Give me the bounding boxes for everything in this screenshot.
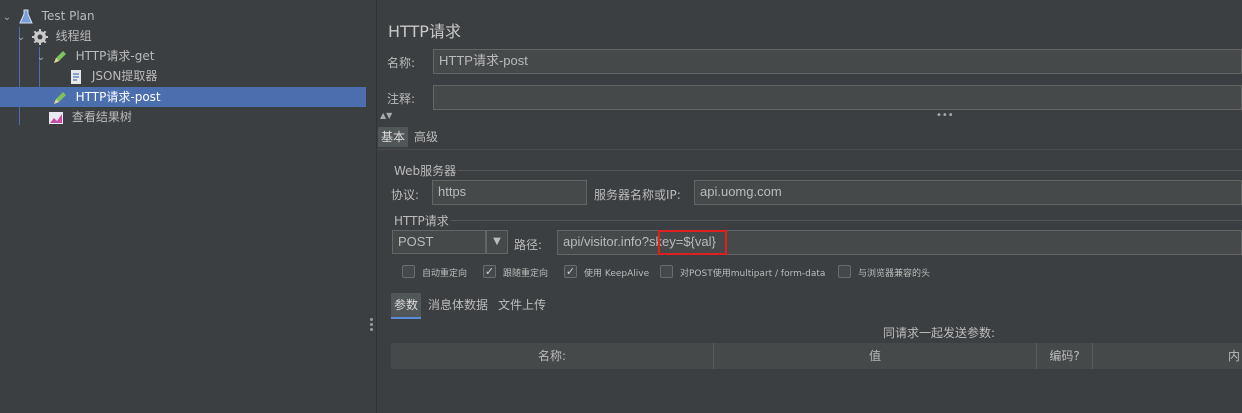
tab-basic[interactable]: 基本 xyxy=(378,127,409,147)
server-label: 服务器名称或IP: xyxy=(594,188,681,202)
tree-item-label: Test Plan xyxy=(41,9,95,23)
splitter-grip-dot[interactable] xyxy=(370,328,373,331)
section-divider xyxy=(451,220,1242,221)
test-plan-tree: ⌄ Test Plan ⌄ 线程组 ⌄ HTTP请求-get JSON提取器 H… xyxy=(0,0,366,413)
tab-body-data[interactable]: 消息体数据 xyxy=(425,293,491,317)
params-table-body[interactable] xyxy=(391,369,1242,413)
keepalive-label: 使用 KeepAlive xyxy=(584,269,650,279)
keepalive-checkbox[interactable]: ✓ xyxy=(564,265,577,278)
chevron-down-icon[interactable]: ▼ xyxy=(486,230,508,254)
splitter-grip-dot[interactable] xyxy=(370,323,373,326)
collapse-bar[interactable] xyxy=(377,113,1242,122)
chevron-down-icon[interactable]: ⌄ xyxy=(14,28,28,48)
highlight-box xyxy=(658,230,727,255)
chevron-down-icon[interactable]: ⌄ xyxy=(34,48,48,68)
column-header-value[interactable]: 值 xyxy=(714,343,1037,369)
browser-compatible-headers-checkbox[interactable] xyxy=(838,265,851,278)
http-request-section-title: HTTP请求 xyxy=(394,214,449,228)
tree-item-json-extractor[interactable]: JSON提取器 xyxy=(68,66,366,86)
name-label: 名称: xyxy=(387,56,416,70)
drag-handle-icon[interactable]: ••• xyxy=(936,110,954,121)
name-field[interactable]: HTTP请求-post xyxy=(433,49,1242,74)
tree-item-label: HTTP请求-get xyxy=(75,49,155,63)
tree-item-results-tree[interactable]: 查看结果树 xyxy=(48,107,366,127)
tree-item-label: 线程组 xyxy=(55,29,92,43)
column-header-name[interactable]: 名称: xyxy=(391,343,714,369)
chart-icon xyxy=(48,110,64,126)
web-server-section-title: Web服务器 xyxy=(394,164,457,178)
splitter-grip-dot[interactable] xyxy=(370,318,373,321)
tab-divider xyxy=(377,149,1242,150)
chevron-down-icon[interactable]: ⌄ xyxy=(0,8,14,28)
protocol-field[interactable]: https xyxy=(432,180,587,205)
tab-advanced[interactable]: 高级 xyxy=(411,127,441,147)
document-icon xyxy=(68,69,84,85)
follow-redirect-checkbox[interactable]: ✓ xyxy=(483,265,496,278)
tab-file-upload[interactable]: 文件上传 xyxy=(495,293,549,317)
method-select[interactable]: POST xyxy=(392,230,486,254)
params-table-caption: 同请求一起发送参数: xyxy=(883,326,996,340)
auto-redirect-label: 自动重定向 xyxy=(422,269,468,279)
section-divider xyxy=(457,170,1242,171)
tree-item-thread-group[interactable]: ⌄ 线程组 xyxy=(14,26,366,46)
tree-item-label: JSON提取器 xyxy=(91,69,158,83)
browser-compatible-headers-label: 与浏览器兼容的头 xyxy=(858,269,931,279)
tree-item-label: 查看结果树 xyxy=(71,110,132,124)
auto-redirect-checkbox[interactable] xyxy=(402,265,415,278)
server-field[interactable]: api.uomg.com xyxy=(694,180,1242,205)
tree-item-label: HTTP请求-post xyxy=(75,90,161,104)
gear-icon xyxy=(31,28,48,45)
comment-label: 注释: xyxy=(387,92,416,106)
pen-icon xyxy=(52,49,68,65)
tab-parameters[interactable]: 参数 xyxy=(391,293,422,319)
tree-item-http-post[interactable]: HTTP请求-post xyxy=(0,87,366,107)
collapse-arrows-icon[interactable]: ▲▼ xyxy=(380,111,392,120)
column-header-encode[interactable]: 编码? xyxy=(1037,343,1093,369)
tree-item-test-plan[interactable]: ⌄ Test Plan xyxy=(0,6,366,26)
pen-icon xyxy=(52,90,68,106)
protocol-label: 协议: xyxy=(391,188,420,202)
tree-item-http-get[interactable]: ⌄ HTTP请求-get xyxy=(34,46,366,66)
multipart-label: 对POST使用multipart / form-data xyxy=(680,269,826,279)
path-label: 路径: xyxy=(514,238,543,252)
flask-icon xyxy=(18,9,34,25)
page-title: HTTP请求 xyxy=(388,22,461,41)
comment-field[interactable] xyxy=(433,85,1242,110)
column-header-content-type[interactable]: 内 xyxy=(1093,343,1242,369)
follow-redirect-label: 跟随重定向 xyxy=(503,269,549,279)
panel-splitter[interactable] xyxy=(366,0,377,413)
multipart-checkbox[interactable] xyxy=(660,265,673,278)
